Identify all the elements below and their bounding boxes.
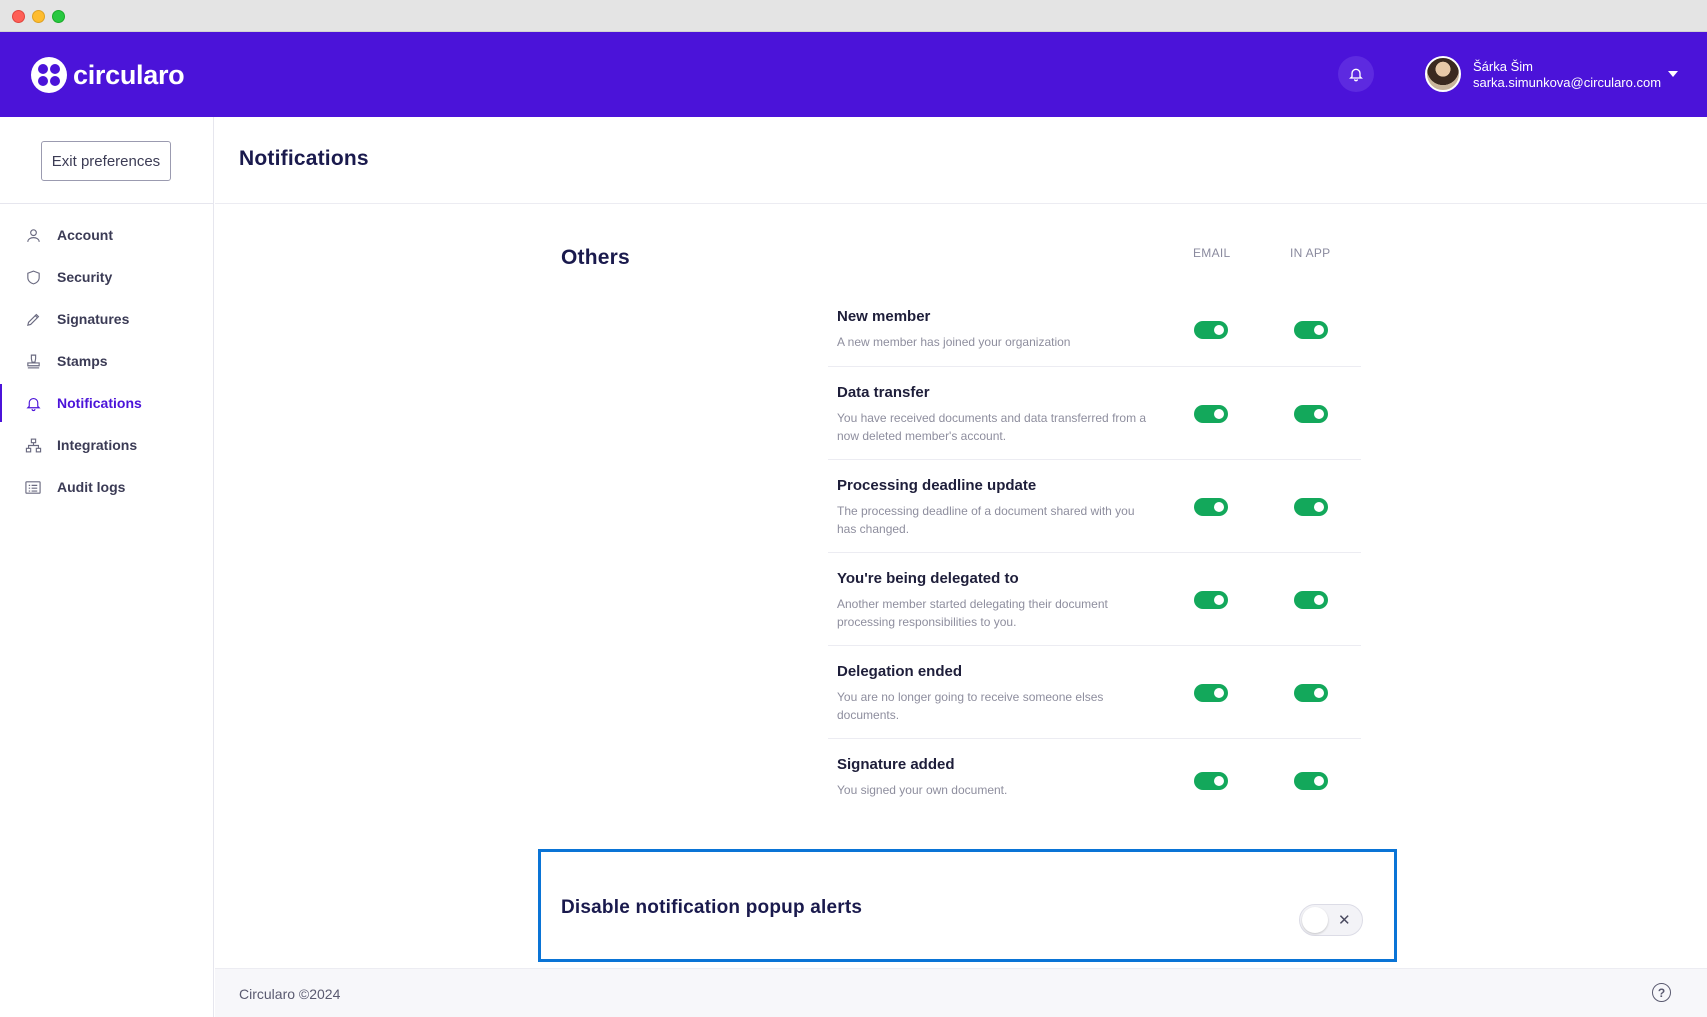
- row-description: You have received documents and data tra…: [837, 411, 1147, 443]
- logo-text: circularo: [73, 59, 185, 90]
- window-close-button[interactable]: [12, 10, 25, 23]
- in-app-toggle[interactable]: [1294, 684, 1328, 702]
- sidebar-item-signatures[interactable]: Signatures: [0, 298, 214, 340]
- window-titlebar: [0, 0, 1707, 32]
- shield-icon: [24, 268, 42, 286]
- sidebar-nav: Account Security Signatures Stamps Notif…: [0, 214, 214, 508]
- sidebar-item-label: Notifications: [57, 395, 142, 411]
- list-item: Signature added You signed your own docu…: [828, 739, 1361, 819]
- footer: Circularo ©2024 ?: [215, 968, 1707, 1017]
- chevron-down-icon[interactable]: [1668, 71, 1678, 77]
- in-app-toggle[interactable]: [1294, 591, 1328, 609]
- user-email: sarka.simunkova@circularo.com: [1473, 75, 1662, 90]
- notifications-button[interactable]: [1338, 56, 1374, 92]
- window-minimize-button[interactable]: [32, 10, 45, 23]
- row-title: You're being delegated to: [837, 570, 1019, 587]
- sidebar-item-label: Signatures: [57, 311, 130, 327]
- in-app-toggle[interactable]: [1294, 498, 1328, 516]
- user-menu[interactable]: Šárka Šim sarka.simunkova@circularo.com: [1473, 59, 1661, 91]
- row-title: New member: [837, 308, 931, 325]
- divider: [215, 203, 1707, 204]
- window-maximize-button[interactable]: [52, 10, 65, 23]
- user-name: Šárka Šim: [1473, 59, 1533, 74]
- row-description: Another member started delegating their …: [837, 597, 1108, 629]
- logo[interactable]: circularo: [31, 57, 185, 93]
- row-title: Processing deadline update: [837, 477, 1037, 494]
- sidebar-item-notifications[interactable]: Notifications: [0, 382, 214, 424]
- list-item: New member A new member has joined your …: [828, 298, 1361, 367]
- sidebar-item-security[interactable]: Security: [0, 256, 214, 298]
- sidebar-item-label: Stamps: [57, 353, 108, 369]
- list-item: Processing deadline update The processin…: [828, 460, 1361, 553]
- page-title: Notifications: [239, 147, 369, 170]
- bell-icon: [24, 394, 42, 412]
- row-description: You are no longer going to receive someo…: [837, 690, 1104, 722]
- sidebar-item-account[interactable]: Account: [0, 214, 214, 256]
- list-item: You're being delegated to Another member…: [828, 553, 1361, 646]
- sidebar-item-label: Integrations: [57, 437, 138, 453]
- in-app-toggle[interactable]: [1294, 321, 1328, 339]
- disable-popup-alerts-toggle[interactable]: ✕: [1299, 904, 1363, 936]
- disable-popup-alerts-section: Disable notification popup alerts ✕: [538, 849, 1397, 962]
- avatar[interactable]: [1425, 56, 1461, 92]
- email-toggle[interactable]: [1194, 684, 1228, 702]
- row-description: The processing deadline of a document sh…: [837, 504, 1135, 536]
- row-title: Data transfer: [837, 384, 930, 401]
- stamp-icon: [24, 352, 42, 370]
- help-icon[interactable]: ?: [1652, 983, 1671, 1002]
- email-toggle[interactable]: [1194, 405, 1228, 423]
- disable-popup-alerts-title: Disable notification popup alerts: [561, 897, 863, 918]
- list-icon: [24, 478, 42, 496]
- email-toggle[interactable]: [1194, 591, 1228, 609]
- row-title: Delegation ended: [837, 663, 963, 680]
- footer-copyright: Circularo ©2024: [239, 986, 341, 1002]
- toggle-knob: [1302, 907, 1328, 933]
- in-app-toggle[interactable]: [1294, 772, 1328, 790]
- column-header-in-app: IN APP: [1290, 246, 1331, 260]
- network-icon: [24, 436, 42, 454]
- sidebar-item-stamps[interactable]: Stamps: [0, 340, 214, 382]
- sidebar-item-label: Account: [57, 227, 113, 243]
- sidebar-divider: [0, 203, 214, 204]
- app-header: circularo Šárka Šim sarka.simunkova@circ…: [0, 32, 1707, 117]
- sidebar-item-integrations[interactable]: Integrations: [0, 424, 214, 466]
- list-item: Data transfer You have received document…: [828, 367, 1361, 460]
- row-description: You signed your own document.: [837, 783, 1008, 797]
- row-title: Signature added: [837, 756, 955, 773]
- sidebar: Exit preferences Account Security Signat…: [0, 117, 214, 1017]
- email-toggle[interactable]: [1194, 498, 1228, 516]
- notification-settings-list: New member A new member has joined your …: [828, 298, 1361, 819]
- in-app-toggle[interactable]: [1294, 405, 1328, 423]
- close-icon: ✕: [1338, 912, 1351, 929]
- pen-icon: [24, 310, 42, 328]
- sidebar-item-audit-logs[interactable]: Audit logs: [0, 466, 214, 508]
- row-description: A new member has joined your organizatio…: [837, 335, 1071, 349]
- column-header-email: EMAIL: [1193, 246, 1231, 260]
- exit-preferences-button[interactable]: Exit preferences: [41, 141, 171, 181]
- email-toggle[interactable]: [1194, 772, 1228, 790]
- sidebar-item-label: Audit logs: [57, 479, 126, 495]
- user-icon: [24, 226, 42, 244]
- logo-icon: [31, 57, 67, 93]
- list-item: Delegation ended You are no longer going…: [828, 646, 1361, 739]
- email-toggle[interactable]: [1194, 321, 1228, 339]
- sidebar-item-label: Security: [57, 269, 113, 285]
- section-title: Others: [561, 246, 630, 269]
- bell-icon: [1349, 68, 1363, 82]
